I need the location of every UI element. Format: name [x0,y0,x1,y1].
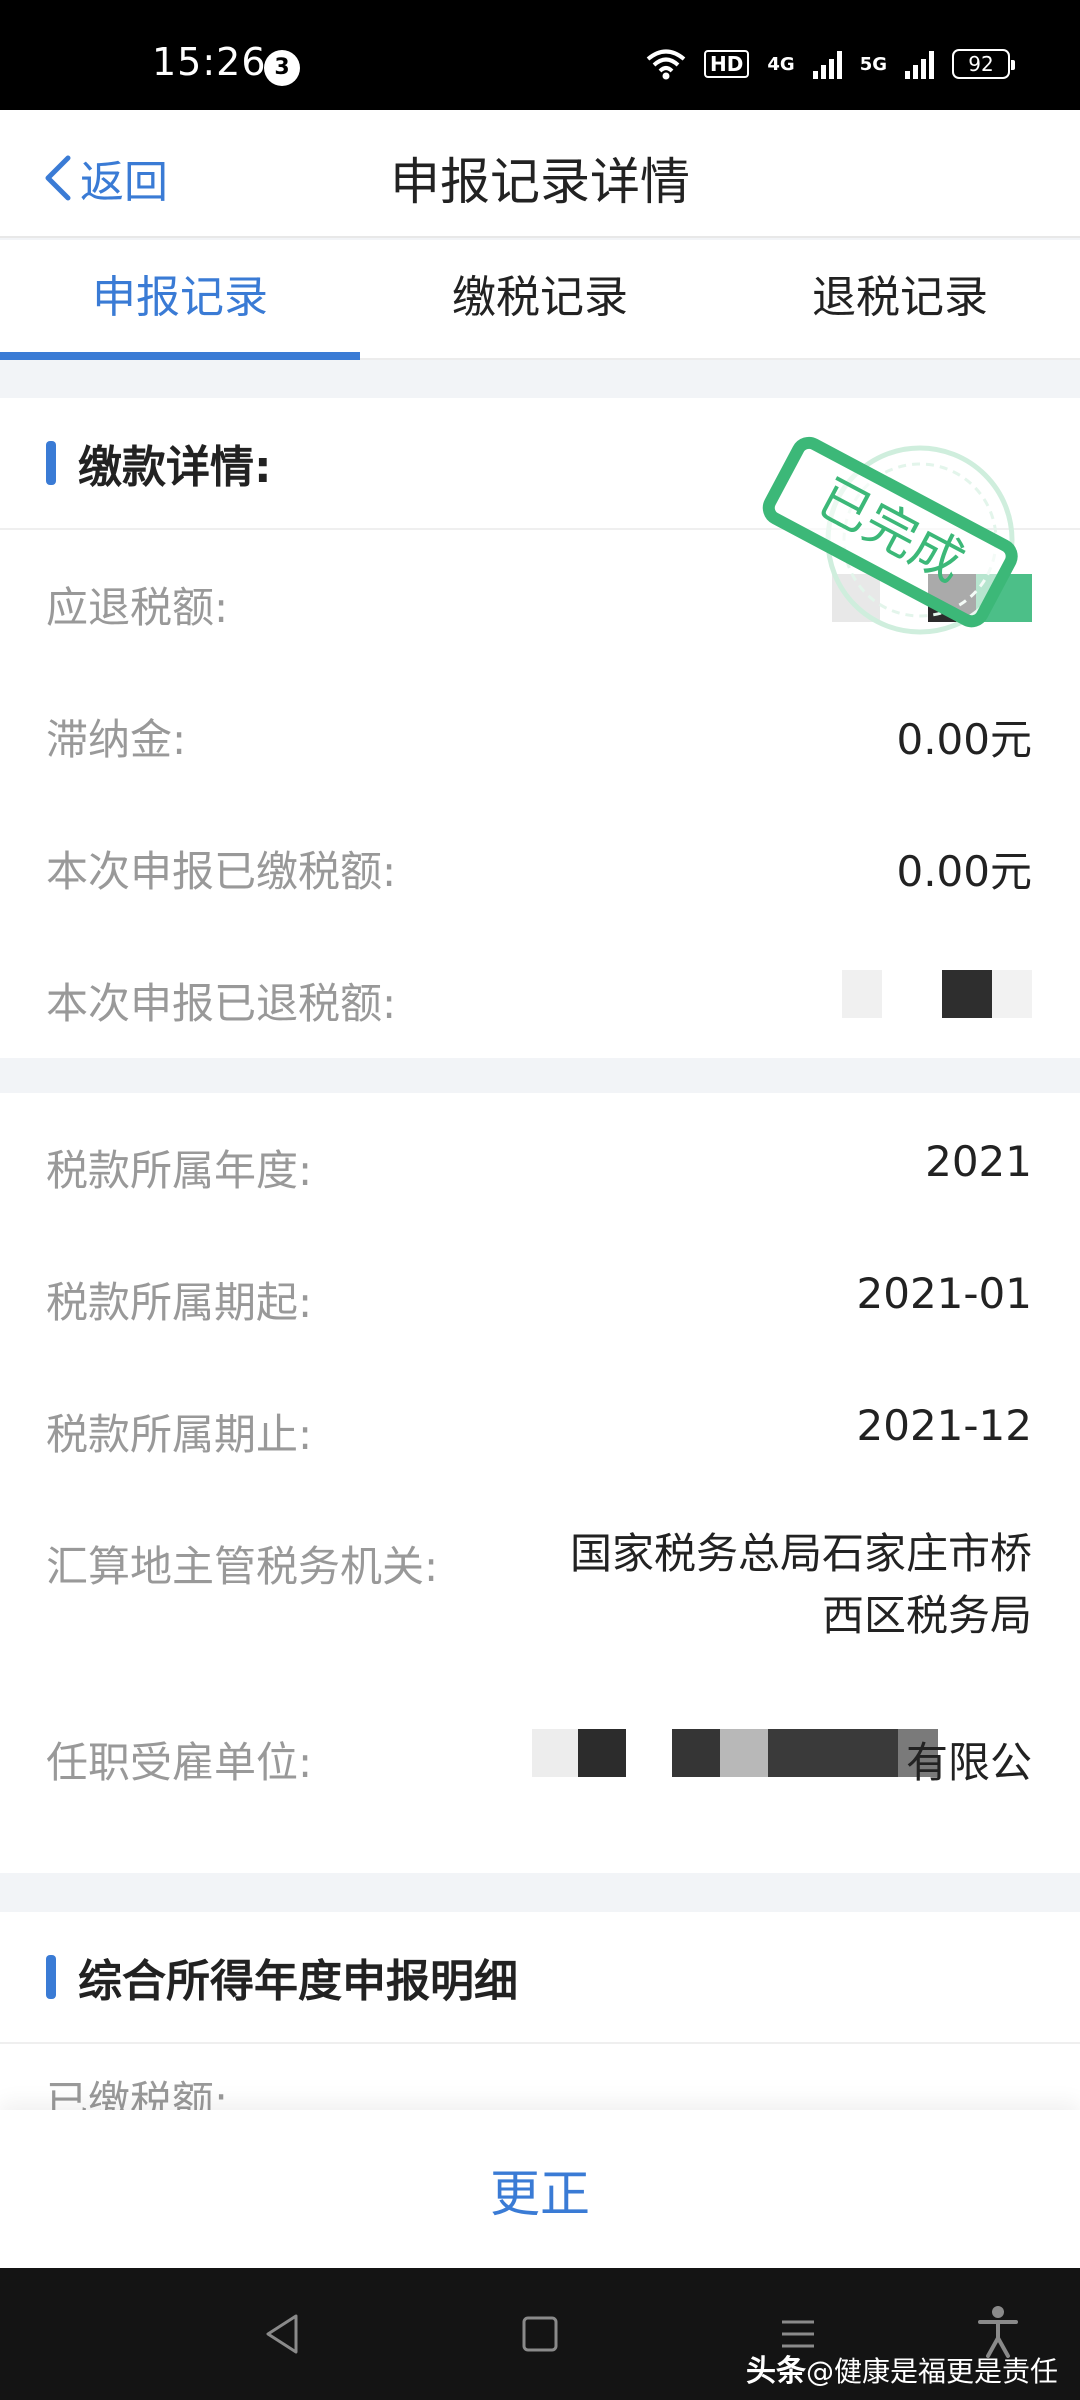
employer-row: 任职受雇单位: 有限公 [0,1685,1080,1817]
sim1-network-label: 4G [767,53,795,75]
value-line: 西区税务局 [821,1591,1032,1640]
redacted-value [842,970,1032,1018]
row-value: 0.00元 [896,847,1032,896]
tab-payment-records[interactable]: 缴税记录 [360,240,720,358]
battery-icon: 92 [952,49,1015,79]
wifi-icon [646,49,686,80]
status-bar: 15:26 3 HD 4G 5G 92 [0,0,1080,110]
tax-period-section: 税款所属年度: 2021 税款所属期起: 2021-01 税款所属期止: 202… [0,1093,1080,1873]
section-title: 缴款详情: [78,442,272,493]
row-value: 2021-01 [856,1269,1033,1318]
row-label: 本次申报已缴税额: [46,847,397,896]
redacted-employer: 有限公 [532,1729,1032,1787]
annual-declaration-section: 综合所得年度申报明细 已缴税额: [0,1912,1080,2112]
watermark: 头条@健康是福更是责任 [746,2346,1058,2390]
row-label: 税款所属期止: [46,1410,313,1459]
row-label: 汇算地主管税务机关: [46,1542,439,1591]
bottom-action-bar: 更正 [0,2110,1080,2268]
status-time: 15:26 [152,40,267,84]
tab-bar: 申报记录 缴税记录 退税记录 [0,240,1080,360]
redacted-value [832,574,1032,622]
hd-voice-icon: HD [704,50,750,78]
tax-authority-row: 汇算地主管税务机关: 国家税务总局石家庄市桥 西区税务局 [0,1489,1080,1685]
row-label: 已缴税额: [46,2077,229,2112]
tax-year-row: 税款所属年度: 2021 [0,1093,1080,1225]
period-end-row: 税款所属期止: 2021-12 [0,1357,1080,1489]
row-label: 税款所属期起: [46,1278,313,1327]
row-value: 国家税务总局石家庄市桥 西区税务局 [570,1523,1032,1647]
back-triangle-icon[interactable] [262,2310,302,2358]
section-accent-bar [46,441,56,485]
refunded-tax-row: 本次申报已退税额: [0,926,1080,1058]
tab-declaration-records[interactable]: 申报记录 [0,240,360,360]
status-icons: HD 4G 5G 92 [646,48,1015,80]
sim1-signal-icon [812,49,842,79]
tab-refund-records[interactable]: 退税记录 [720,240,1080,358]
late-fee-row: 滞纳金: 0.00元 [0,662,1080,794]
notification-badge: 3 [264,50,300,86]
row-label: 滞纳金: [46,715,187,764]
period-start-row: 税款所属期起: 2021-01 [0,1225,1080,1357]
watermark-brand: 头条 [745,2354,806,2389]
sim2-network-label: 5G [859,53,887,75]
watermark-handle: @健康是福更是责任 [805,2355,1058,2388]
refundable-tax-row: 应退税额: [0,530,1080,662]
employer-visible-fragment: 有限公 [905,1738,1032,1787]
section-title: 综合所得年度申报明细 [78,1956,518,2007]
title-bar: 返回 申报记录详情 [0,110,1080,238]
sim2-signal-icon [905,49,934,79]
paid-tax-row: 已缴税额: [0,2044,1080,2112]
system-nav-bar: 头条@健康是福更是责任 [0,2268,1080,2400]
screen: 15:26 3 HD 4G 5G 92 返回 申报记录详情 申报记录 缴税记录 … [0,0,1080,2400]
row-value: 0.00元 [896,715,1032,764]
row-value: 2021 [925,1137,1032,1186]
paid-tax-row: 本次申报已缴税额: 0.00元 [0,794,1080,926]
row-label: 任职受雇单位: [46,1738,313,1787]
section-header: 综合所得年度申报明细 [0,1912,1080,2044]
section-accent-bar [46,1955,56,1999]
value-line: 国家税务总局石家庄市桥 [569,1529,1032,1578]
row-value: 2021-12 [856,1401,1033,1450]
row-label: 本次申报已退税额: [46,979,397,1028]
home-square-icon[interactable] [520,2310,560,2358]
page-title: 申报记录详情 [390,153,690,211]
payment-details-section: 缴款详情: 应退税额: 滞纳金: 0.00元 本次申报已缴税额: 0.00元 本… [0,398,1080,1058]
row-label: 应退税额: [46,583,229,632]
row-label: 税款所属年度: [46,1146,313,1195]
correct-button[interactable]: 更正 [0,2154,1080,2226]
section-header: 缴款详情: [0,398,1080,530]
